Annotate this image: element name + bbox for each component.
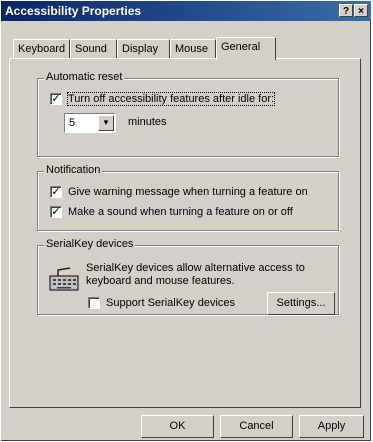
automatic-reset-legend: Automatic reset — [44, 71, 125, 83]
tab-sound[interactable]: Sound — [70, 39, 117, 59]
sound-feature-label: Make a sound when turning a feature on o… — [68, 206, 293, 218]
warning-message-checkbox[interactable]: ✓ Give warning message when turning a fe… — [50, 186, 308, 198]
idle-timeout-checkbox[interactable]: ✓ Turn off accessibility features after … — [50, 92, 276, 106]
settings-button[interactable]: Settings... — [267, 292, 335, 315]
accessibility-properties-window: Accessibility Properties ? × Keyboard So… — [1, 1, 371, 441]
tab-mouse[interactable]: Mouse — [170, 39, 216, 59]
serialkey-group: SerialKey devices SerialKey devices allo… — [37, 238, 339, 315]
minutes-select[interactable]: 5 ▼ — [64, 113, 116, 133]
automatic-reset-group: Automatic reset ✓ Turn off accessibility… — [37, 71, 339, 157]
check-icon[interactable]: ✓ — [50, 206, 62, 218]
support-serialkey-label: Support SerialKey devices — [106, 297, 236, 309]
tab-display[interactable]: Display — [117, 39, 170, 59]
serialkey-description-line1: SerialKey devices allow alternative acce… — [86, 262, 305, 274]
cancel-button[interactable]: Cancel — [220, 415, 293, 438]
sound-feature-checkbox[interactable]: ✓ Make a sound when turning a feature on… — [50, 206, 293, 218]
check-icon[interactable]: ✓ — [50, 93, 62, 105]
chevron-down-icon[interactable]: ▼ — [98, 115, 114, 131]
idle-timeout-label: Turn off accessibility features after id… — [66, 92, 276, 106]
serialkey-legend: SerialKey devices — [44, 238, 136, 250]
tab-general[interactable]: General — [216, 37, 276, 60]
minutes-value: 5 — [69, 117, 76, 129]
unchecked-box[interactable] — [88, 297, 100, 309]
window-title: Accessibility Properties — [5, 4, 142, 18]
apply-button[interactable]: Apply — [299, 415, 364, 438]
warning-message-label: Give warning message when turning a feat… — [68, 186, 308, 198]
title-bar[interactable]: Accessibility Properties ? × — [1, 1, 371, 21]
serialkey-description-line2: keyboard and mouse features. — [86, 275, 235, 287]
notification-group: Notification ✓ Give warning message when… — [37, 164, 339, 231]
tab-keyboard[interactable]: Keyboard — [13, 39, 70, 59]
support-serialkey-checkbox[interactable]: Support SerialKey devices — [88, 297, 235, 309]
minutes-label: minutes — [128, 116, 167, 128]
check-icon[interactable]: ✓ — [50, 186, 62, 198]
general-tab-panel: Automatic reset ✓ Turn off accessibility… — [9, 58, 361, 408]
keyboard-icon — [49, 267, 79, 291]
ok-button[interactable]: OK — [141, 415, 214, 438]
notification-legend: Notification — [44, 164, 103, 176]
help-icon[interactable]: ? — [339, 4, 353, 17]
close-icon[interactable]: × — [354, 4, 368, 17]
